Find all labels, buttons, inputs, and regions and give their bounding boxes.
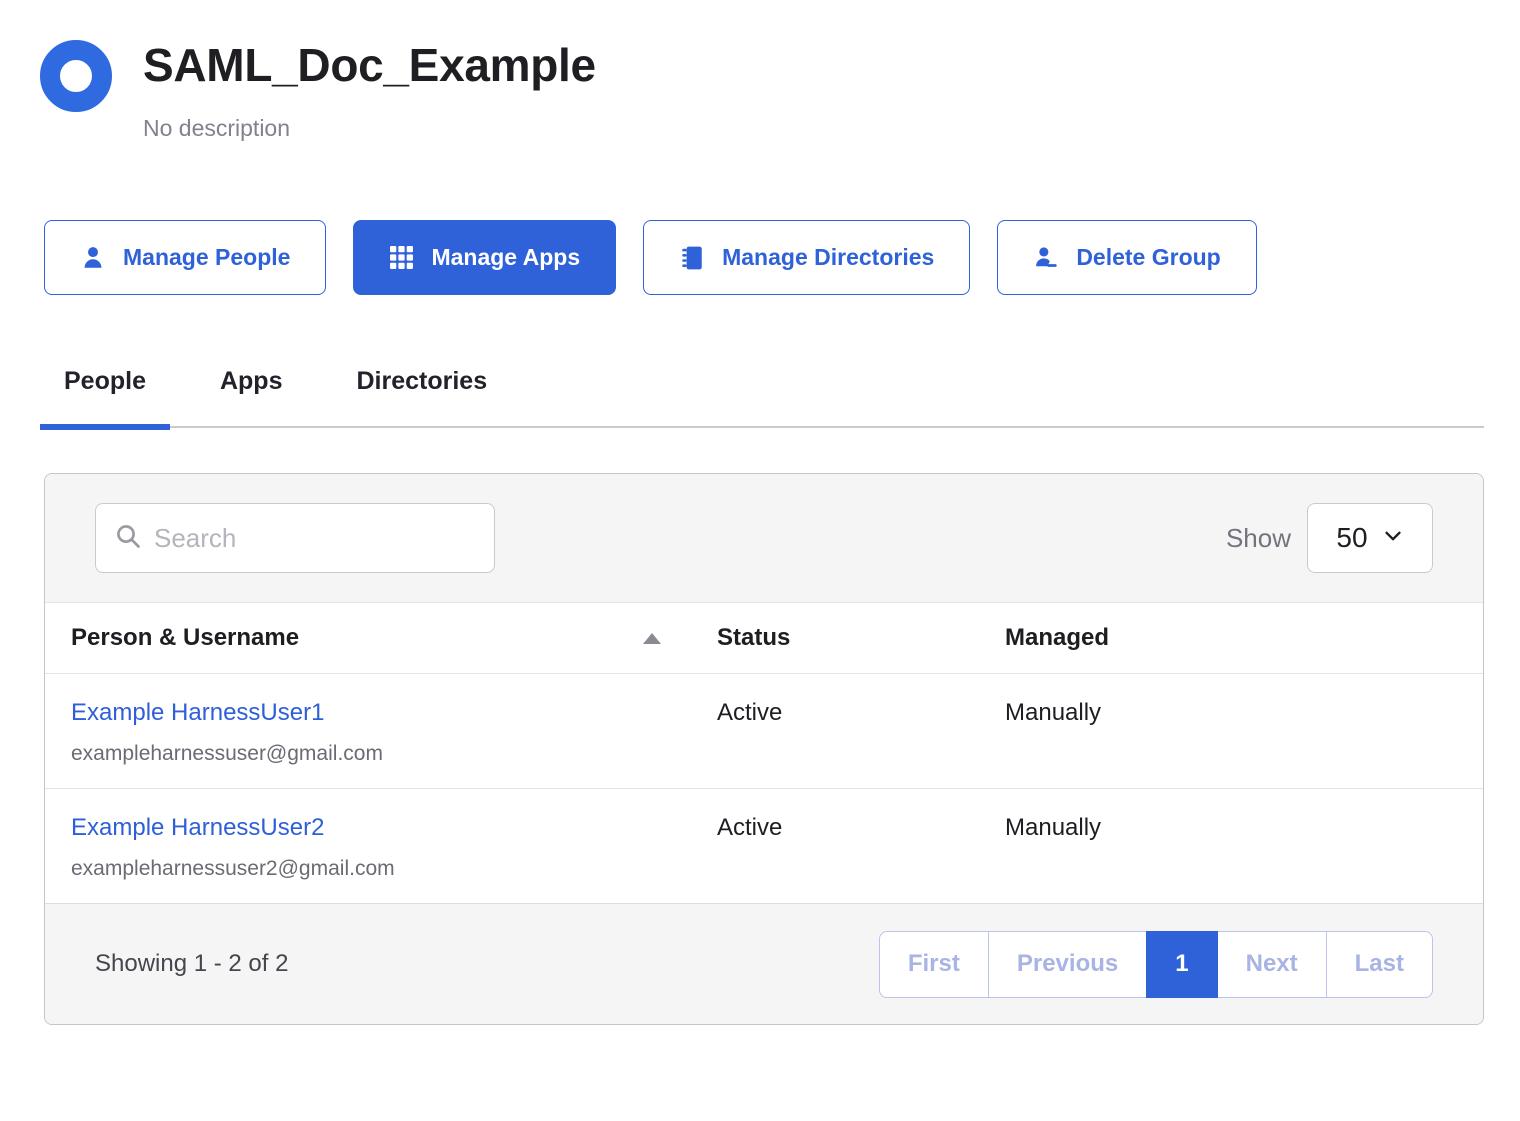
person-name-link[interactable]: Example HarnessUser2	[71, 814, 324, 842]
page-size-dropdown[interactable]: 50	[1307, 503, 1433, 573]
page-size-value: 50	[1336, 522, 1367, 554]
sort-ascending-icon	[643, 633, 661, 644]
managed-cell: Manually	[1005, 674, 1483, 788]
table-header-row: Person & Username Status Managed	[45, 603, 1483, 673]
action-button-row: Manage People Manage Apps Manage Directo…	[44, 220, 1484, 295]
column-header-managed[interactable]: Managed	[1005, 624, 1483, 652]
manage-directories-button[interactable]: Manage Directories	[643, 220, 970, 295]
managed-cell: Manually	[1005, 789, 1483, 903]
chevron-down-icon	[1382, 522, 1404, 554]
people-table-card: Show 50 Person & Username Status Managed…	[44, 473, 1484, 1025]
group-detail-page: SAML_Doc_Example No description Manage P…	[0, 0, 1520, 1025]
column-header-person-username[interactable]: Person & Username	[45, 624, 717, 652]
header-text: SAML_Doc_Example No description	[143, 38, 596, 142]
group-ring-icon	[40, 40, 112, 112]
status-cell: Active	[717, 789, 1005, 903]
person-cell: Example HarnessUser2 exampleharnessuser2…	[45, 789, 717, 903]
results-summary: Showing 1 - 2 of 2	[95, 950, 288, 978]
page-header: SAML_Doc_Example No description	[40, 38, 1484, 142]
pagination-previous-button[interactable]: Previous	[988, 931, 1147, 998]
person-email: exampleharnessuser2@gmail.com	[71, 857, 717, 881]
manage-people-button[interactable]: Manage People	[44, 220, 326, 295]
delete-group-button[interactable]: Delete Group	[997, 220, 1256, 295]
tab-directories[interactable]: Directories	[332, 367, 511, 426]
pagination-next-button[interactable]: Next	[1217, 931, 1327, 998]
person-name-link[interactable]: Example HarnessUser1	[71, 699, 324, 727]
search-icon	[114, 522, 142, 555]
tab-apps[interactable]: Apps	[196, 367, 307, 426]
show-label: Show	[1226, 523, 1291, 554]
manage-apps-button[interactable]: Manage Apps	[353, 220, 616, 295]
manage-people-label: Manage People	[123, 244, 290, 271]
tab-people[interactable]: People	[40, 367, 170, 426]
pagination-last-button[interactable]: Last	[1326, 931, 1433, 998]
person-icon	[80, 245, 106, 271]
page-title: SAML_Doc_Example	[143, 38, 596, 93]
person-cell: Example HarnessUser1 exampleharnessuser@…	[45, 674, 717, 788]
status-cell: Active	[717, 674, 1005, 788]
person-email: exampleharnessuser@gmail.com	[71, 742, 717, 766]
pagination-first-button[interactable]: First	[879, 931, 989, 998]
person-remove-icon	[1033, 245, 1059, 271]
directory-book-icon	[679, 245, 705, 271]
search-box	[95, 503, 495, 573]
column-header-person-label: Person & Username	[71, 624, 299, 652]
search-input[interactable]	[154, 523, 476, 554]
delete-group-label: Delete Group	[1076, 244, 1220, 271]
manage-apps-label: Manage Apps	[431, 244, 580, 271]
table-row: Example HarnessUser2 exampleharnessuser2…	[45, 788, 1483, 903]
tab-bar: People Apps Directories	[40, 367, 1484, 428]
pagination: First Previous 1 Next Last	[879, 931, 1433, 998]
column-header-status[interactable]: Status	[717, 624, 1005, 652]
table-row: Example HarnessUser1 exampleharnessuser@…	[45, 673, 1483, 788]
table-footer: Showing 1 - 2 of 2 First Previous 1 Next…	[45, 903, 1483, 1024]
apps-grid-icon	[389, 245, 414, 270]
table-toolbar: Show 50	[45, 474, 1483, 603]
group-description: No description	[143, 115, 596, 142]
manage-directories-label: Manage Directories	[722, 244, 934, 271]
pagination-page-1-button[interactable]: 1	[1146, 931, 1217, 998]
toolbar-right: Show 50	[1226, 503, 1433, 573]
